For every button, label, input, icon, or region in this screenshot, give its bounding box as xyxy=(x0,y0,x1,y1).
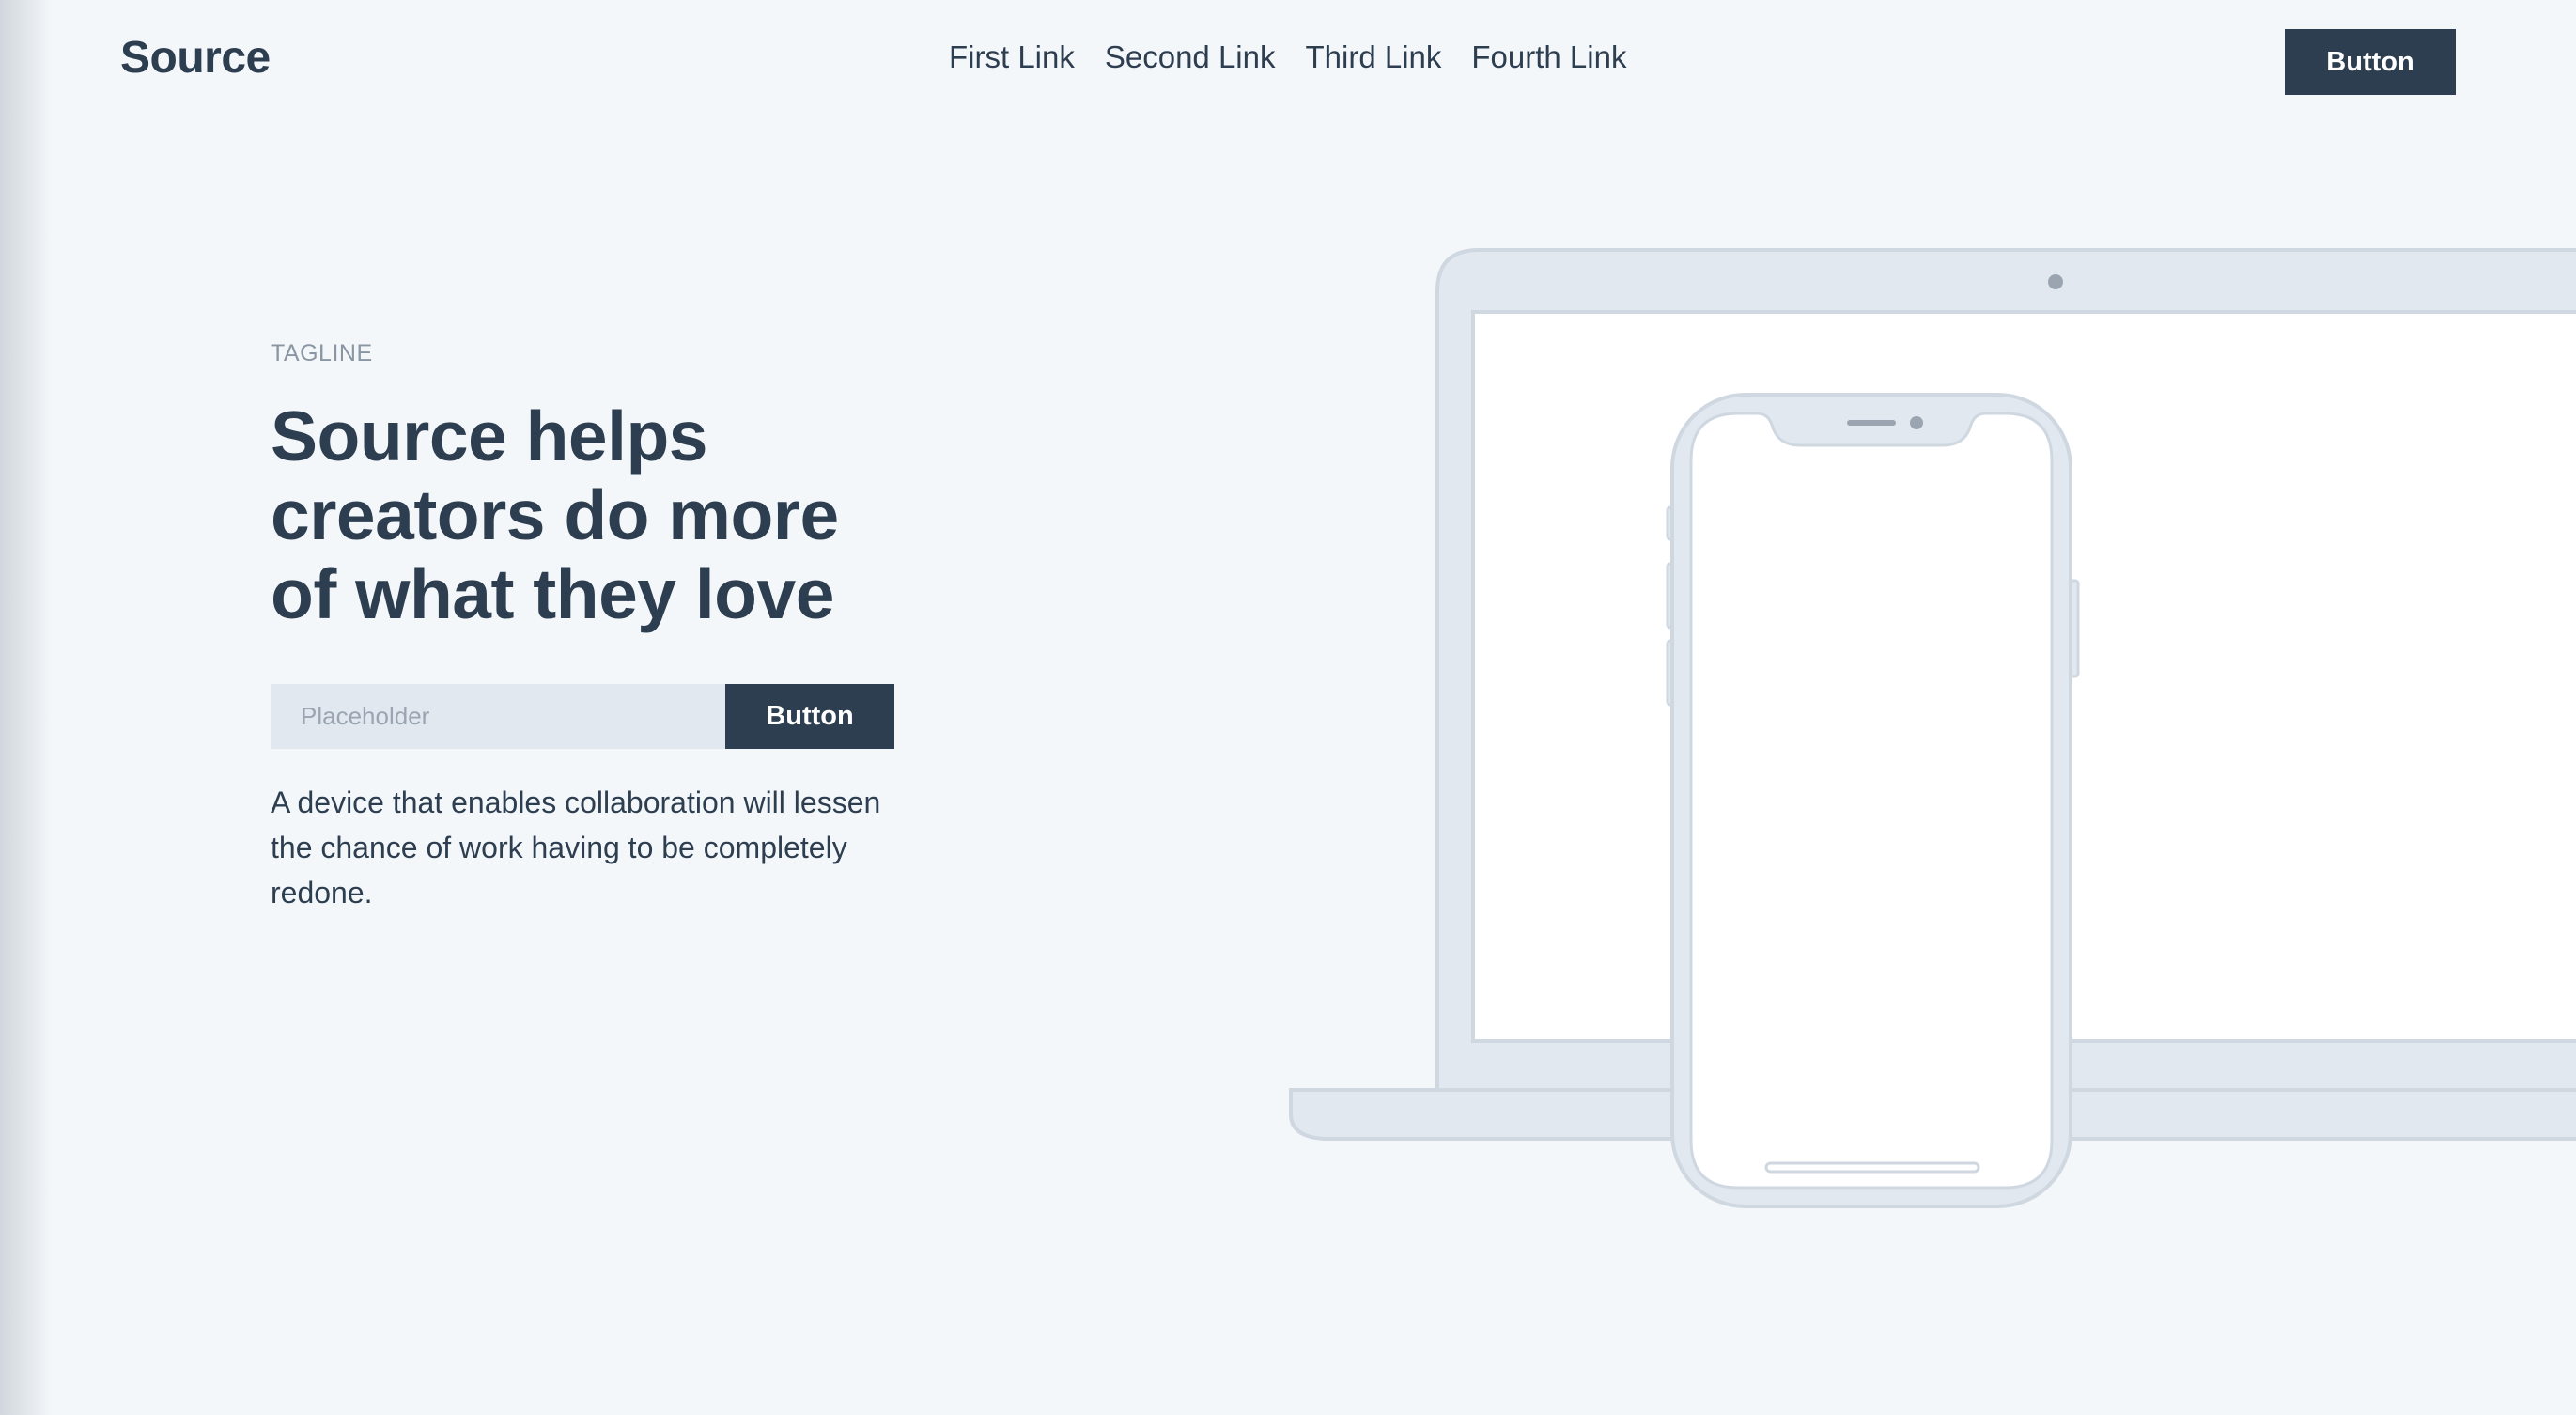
phone-home-indicator xyxy=(1764,1161,1980,1174)
phone-camera-icon xyxy=(1910,416,1923,429)
laptop-camera-icon xyxy=(2048,274,2063,289)
landing-page: Source First Link Second Link Third Link… xyxy=(0,0,2576,1415)
phone-screen xyxy=(1689,412,2054,1190)
devices-illustration xyxy=(1289,248,2576,1208)
phone-speaker-icon xyxy=(1847,420,1896,426)
phone-illustration xyxy=(1666,393,2080,1208)
